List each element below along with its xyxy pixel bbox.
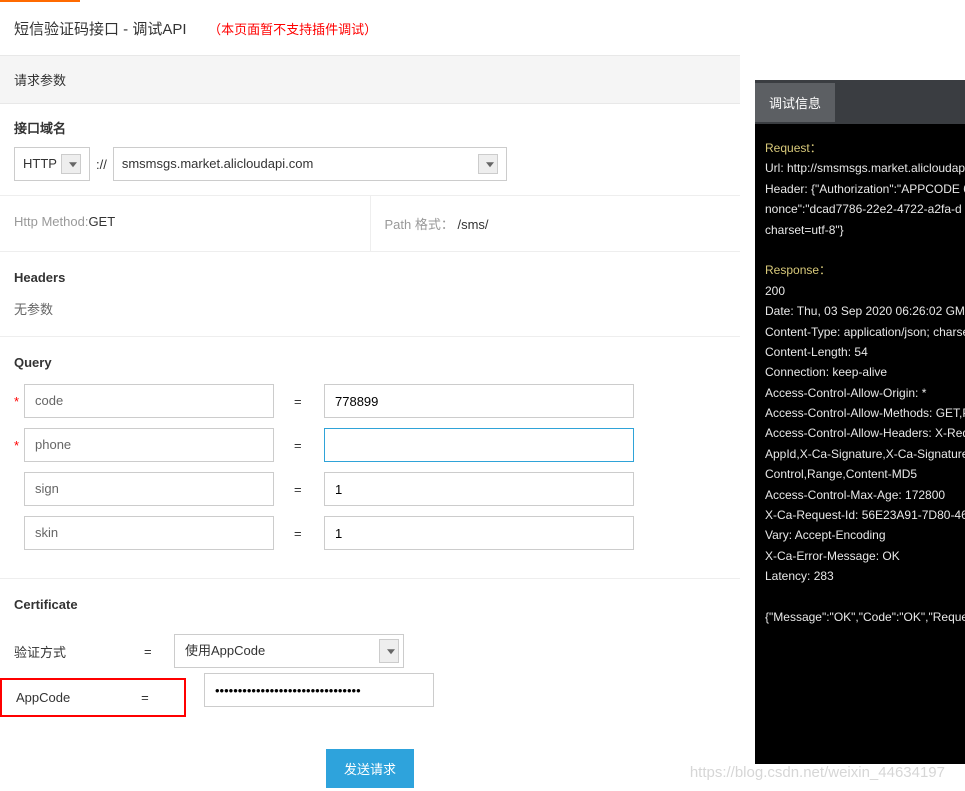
watermark: https://blog.csdn.net/weixin_44634197 — [690, 764, 945, 781]
equals-sign: = — [294, 438, 324, 453]
debug-conn: Connection: keep-alive — [765, 362, 955, 382]
query-title: Query — [14, 355, 726, 370]
protocol-value: HTTP — [23, 156, 57, 171]
debug-charset: charset=utf-8"} — [765, 220, 955, 240]
plugin-warning: （本页面暂不支持插件调试） — [208, 22, 377, 37]
appcode-row: AppCode = — [16, 690, 170, 705]
query-name-skin: skin — [24, 516, 274, 550]
chevron-down-icon — [486, 162, 494, 167]
equals-sign: = — [294, 394, 324, 409]
debug-nonce: nonce":"dcad7786-22e2-4722-a2fa-d — [765, 199, 955, 219]
http-method-cell: Http Method:GET — [0, 196, 371, 251]
query-row: sign = — [14, 472, 726, 506]
debug-latency: Latency: 283 — [765, 566, 955, 586]
debug-clen: Content-Length: 54 — [765, 342, 955, 362]
equals-sign: = — [294, 526, 324, 541]
page-title: 短信验证码接口 - 调试API — [14, 21, 187, 38]
query-row: * code = — [14, 384, 726, 418]
debug-date: Date: Thu, 03 Sep 2020 06:26:02 GMT — [765, 301, 955, 321]
http-method-value: GET — [88, 214, 115, 229]
equals-sign: = — [144, 644, 174, 659]
query-name-sign: sign — [24, 472, 274, 506]
send-request-button[interactable]: 发送请求 — [326, 749, 414, 788]
debug-errmsg: X-Ca-Error-Message: OK — [765, 546, 955, 566]
debug-status: 200 — [765, 281, 955, 301]
path-cell: Path 格式： /sms/ — [371, 196, 741, 251]
auth-method-label: 验证方式 — [14, 642, 144, 661]
equals-sign: = — [294, 482, 324, 497]
debug-acao: Access-Control-Allow-Origin: * — [765, 383, 955, 403]
certificate-title: Certificate — [14, 597, 726, 612]
host-value: smsmsgs.market.alicloudapi.com — [122, 156, 313, 171]
auth-method-select[interactable]: 使用AppCode — [174, 634, 404, 668]
appcode-input[interactable] — [204, 673, 434, 707]
appcode-highlight: AppCode = — [0, 678, 186, 717]
host-select[interactable]: smsmsgs.market.alicloudapi.com — [113, 147, 507, 181]
query-value-sign[interactable] — [324, 472, 634, 506]
debug-header: Header: {"Authorization":"APPCODE 6 — [765, 179, 955, 199]
debug-maxage: Access-Control-Max-Age: 172800 — [765, 485, 955, 505]
headers-title: Headers — [14, 270, 726, 285]
debug-response-label: Response： — [765, 263, 831, 277]
debug-panel: 调试信息 Request： Url: http://smsmsgs.market… — [755, 80, 965, 764]
chevron-down-icon — [69, 162, 77, 167]
scheme-separator: :// — [96, 157, 107, 172]
debug-request-label: Request： — [765, 141, 822, 155]
required-mark: * — [14, 438, 24, 453]
debug-url: Url: http://smsmsgs.market.alicloudapi.c… — [765, 158, 955, 178]
debug-body: {"Message":"OK","Code":"OK","Reque — [765, 607, 955, 627]
auth-method-value: 使用AppCode — [185, 643, 265, 658]
query-value-code[interactable] — [324, 384, 634, 418]
protocol-select[interactable]: HTTP — [14, 147, 90, 181]
debug-vary: Vary: Accept-Encoding — [765, 525, 955, 545]
path-label: Path 格式： — [385, 217, 454, 232]
debug-acah: Access-Control-Allow-Headers: X-Requeste… — [765, 423, 955, 443]
required-mark: * — [14, 394, 24, 409]
query-row: skin = — [14, 516, 726, 550]
debug-acam: Access-Control-Allow-Methods: GET,POST — [765, 403, 955, 423]
appcode-label: AppCode — [16, 690, 141, 705]
headers-empty: 无参数 — [14, 299, 726, 318]
chevron-down-icon — [387, 649, 395, 654]
equals-sign: = — [141, 690, 170, 705]
section-request-params: 请求参数 — [0, 55, 740, 104]
debug-output: Request： Url: http://smsmsgs.market.alic… — [755, 124, 965, 764]
debug-reqid: X-Ca-Request-Id: 56E23A91-7D80-46 — [765, 505, 955, 525]
domain-label: 接口域名 — [0, 104, 740, 147]
query-row: * phone = — [14, 428, 726, 462]
http-method-label: Http Method: — [14, 214, 88, 229]
auth-method-row: 验证方式 = 使用AppCode — [14, 634, 726, 668]
query-name-code: code — [24, 384, 274, 418]
tab-debug-info[interactable]: 调试信息 — [755, 83, 835, 122]
debug-ctype: Content-Type: application/json; charset — [765, 322, 955, 342]
query-value-phone[interactable] — [324, 428, 634, 462]
path-value: /sms/ — [457, 217, 488, 232]
query-name-phone: phone — [24, 428, 274, 462]
query-value-skin[interactable] — [324, 516, 634, 550]
debug-control: Control,Range,Content-MD5 — [765, 464, 955, 484]
debug-appid: AppId,X-Ca-Signature,X-Ca-Signature- — [765, 444, 955, 464]
